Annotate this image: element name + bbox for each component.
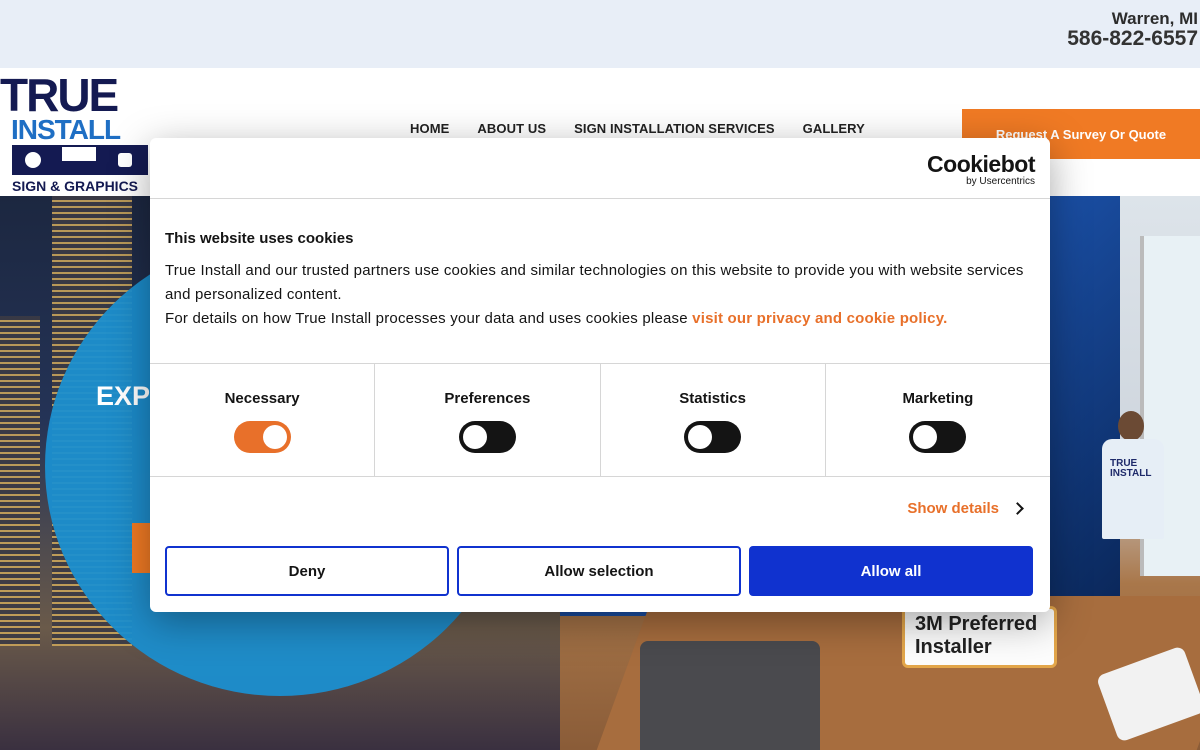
3m-preferred-badge: 3M Preferred Installer: [902, 606, 1057, 668]
main-navigation: HOME ABOUT US SIGN INSTALLATION SERVICES…: [410, 121, 865, 136]
nav-home[interactable]: HOME: [410, 121, 449, 136]
necessary-toggle[interactable]: [233, 421, 291, 453]
allow-all-button[interactable]: Allow all: [749, 546, 1033, 596]
statistics-toggle[interactable]: [684, 421, 742, 453]
hero-heading: EXP: [96, 381, 151, 411]
category-label: Preferences: [444, 390, 531, 407]
show-details-label: Show details: [907, 500, 999, 517]
cookiebot-brand: Cookiebot: [927, 151, 1035, 177]
category-marketing: Marketing: [826, 364, 1050, 476]
cookie-title: This website uses cookies: [165, 230, 354, 247]
category-preferences: Preferences: [375, 364, 601, 476]
cookie-dialog-header: Cookiebot by Usercentrics: [150, 138, 1050, 199]
category-statistics: Statistics: [601, 364, 826, 476]
show-details-link[interactable]: Show details: [907, 500, 1024, 517]
cookie-action-buttons: Deny Allow selection Allow all: [165, 546, 1033, 596]
logo-line3: SIGN & GRAPHICS: [12, 178, 138, 194]
badge-line1: 3M Preferred: [915, 613, 1038, 635]
office-chair: [640, 641, 820, 750]
category-label: Necessary: [224, 390, 300, 407]
shirt-logo-line2: INSTALL: [1110, 468, 1152, 479]
category-necessary: Necessary: [150, 364, 376, 476]
cookiebot-brand-sub: by Usercentrics: [966, 176, 1035, 187]
allow-selection-button[interactable]: Allow selection: [457, 546, 741, 596]
nav-about-us[interactable]: ABOUT US: [477, 121, 546, 136]
cookie-description: True Install and our trusted partners us…: [165, 262, 1024, 303]
deny-button[interactable]: Deny: [165, 546, 449, 596]
cookie-policy-text: For details on how True Install processe…: [165, 307, 1035, 331]
location-text: Warren, MI: [1111, 9, 1198, 28]
top-contact-bar: Warren, MI 586-822-6557: [0, 0, 1200, 68]
nav-sign-installation-services[interactable]: SIGN INSTALLATION SERVICES: [574, 121, 775, 136]
cookie-policy-lead: For details on how True Install processe…: [165, 310, 693, 327]
badge-line2: Installer: [915, 636, 992, 658]
category-label: Statistics: [679, 390, 746, 407]
nav-gallery[interactable]: GALLERY: [803, 121, 865, 136]
phone-number-link[interactable]: 586-822-6557: [1067, 27, 1198, 51]
skyscraper-shape: [0, 316, 40, 646]
marketing-toggle[interactable]: [909, 421, 967, 453]
category-label: Marketing: [902, 390, 974, 407]
privacy-policy-link[interactable]: visit our privacy and cookie policy.: [692, 310, 947, 327]
cookie-category-toggles: Necessary Preferences Statistics Marketi…: [150, 363, 1050, 477]
hero-cta-button[interactable]: [132, 523, 152, 573]
true-install-logo[interactable]: TRUE INSTALL SIGN & GRAPHICS: [0, 69, 150, 196]
logo-line2: INSTALL: [11, 114, 121, 145]
cookie-dialog-body: This website uses cookies True Install a…: [165, 230, 1035, 331]
cookiebot-logo[interactable]: Cookiebot by Usercentrics: [927, 152, 1035, 187]
preferences-toggle[interactable]: [458, 421, 516, 453]
chevron-right-icon: [1011, 502, 1024, 515]
cookie-consent-dialog: Cookiebot by Usercentrics This website u…: [150, 138, 1050, 612]
installer-person-image: TRUE INSTALL: [1100, 411, 1170, 561]
